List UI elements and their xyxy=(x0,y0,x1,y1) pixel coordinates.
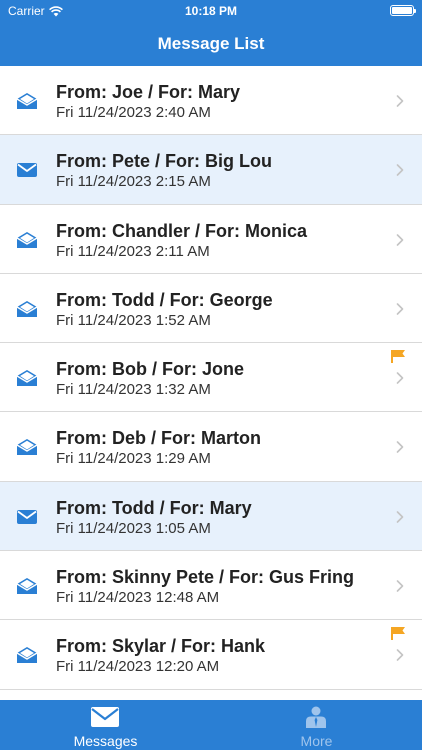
envelope-icon xyxy=(91,707,119,727)
person-icon xyxy=(306,706,326,728)
navigation-header: Carrier 10:18 PM Message List xyxy=(0,0,422,66)
tab-messages-label: Messages xyxy=(73,733,138,749)
message-title: From: Bob / For: Jone xyxy=(56,359,244,380)
message-title: From: Joe / For: Mary xyxy=(56,82,241,102)
message-row[interactable]: From: Chandler / For: Monica Fri 11/24/2… xyxy=(0,204,422,274)
message-row[interactable]: From: Pete / For: Big Lou Fri 11/24/2023… xyxy=(0,135,422,205)
message-row[interactable]: From: Todd / For: George Fri 11/24/2023 … xyxy=(0,273,422,344)
chevron-right-icon xyxy=(396,303,404,315)
message-date: Fri 11/24/2023 2:40 AM xyxy=(56,104,211,121)
tab-more-label: More xyxy=(300,733,333,749)
flag-icon xyxy=(391,350,405,364)
message-date: Fri 11/24/2023 1:29 AM xyxy=(56,450,211,468)
message-row[interactable]: From: Joe / For: Mary Fri 11/24/2023 2:4… xyxy=(0,66,422,136)
message-date: Fri 11/24/2023 2:11 AM xyxy=(56,242,210,260)
envelope-open-icon xyxy=(16,231,38,248)
message-title: From: Todd / For: George xyxy=(56,289,273,310)
tab-bar: Messages More xyxy=(0,700,422,750)
chevron-right-icon xyxy=(396,510,404,523)
chevron-right-icon xyxy=(396,372,404,384)
envelope-open-icon xyxy=(16,370,38,387)
message-date: Fri 11/24/2023 2:15 AM xyxy=(56,173,211,191)
chevron-right-icon xyxy=(396,95,404,107)
message-row[interactable]: From: Skylar / For: Hank Fri 11/24/2023 … xyxy=(0,620,422,690)
message-row[interactable]: From: Todd / For: Mary Fri 11/24/2023 1:… xyxy=(0,481,422,552)
status-bar: Carrier 10:18 PM xyxy=(0,0,422,22)
chevron-right-icon xyxy=(396,580,404,592)
envelope-closed-icon xyxy=(17,163,37,178)
battery-icon xyxy=(390,5,416,16)
message-date: Fri 11/24/2023 12:20 AM xyxy=(56,658,220,676)
chevron-right-icon xyxy=(396,649,404,662)
chevron-right-icon xyxy=(396,233,404,246)
tab-more[interactable]: More xyxy=(211,700,422,750)
message-date: Fri 11/24/2023 12:48 AM xyxy=(56,589,220,607)
message-title: From: Skinny Pete / For: Gus Fring xyxy=(56,567,355,588)
message-date: Fri 11/24/2023 1:32 AM xyxy=(56,381,211,399)
envelope-open-icon xyxy=(16,578,38,595)
message-title: From: Todd / For: Mary xyxy=(56,497,252,518)
flag-icon xyxy=(391,627,405,641)
message-title: From: Chandler / For: Monica xyxy=(56,220,308,241)
message-row[interactable]: From: Deb / For: Marton Fri 11/24/2023 1… xyxy=(0,412,422,482)
status-time: 10:18 PM xyxy=(184,4,238,18)
message-title: From: Skylar / For: Hank xyxy=(56,636,266,657)
message-date: Fri 11/24/2023 1:52 AM xyxy=(56,311,211,329)
tab-messages[interactable]: Messages xyxy=(0,700,211,750)
chevron-right-icon xyxy=(396,441,404,454)
message-title: From: Pete / For: Big Lou xyxy=(56,151,272,172)
envelope-open-icon xyxy=(16,93,38,109)
message-row[interactable]: From: Bob / For: Jone Fri 11/24/2023 1:3… xyxy=(0,343,422,413)
message-row[interactable]: From: Skinny Pete / For: Gus Fring Fri 1… xyxy=(0,551,422,621)
envelope-open-icon xyxy=(16,647,38,664)
envelope-open-icon xyxy=(16,439,38,456)
envelope-open-icon xyxy=(16,300,38,317)
envelope-closed-icon xyxy=(17,509,37,524)
chevron-right-icon xyxy=(396,164,404,177)
message-date: Fri 11/24/2023 1:05 AM xyxy=(56,519,211,537)
message-list: From: Joe / For: Mary Fri 11/24/2023 2:4… xyxy=(0,66,422,700)
page-title: Message List xyxy=(157,34,265,53)
message-title: From: Deb / For: Marton xyxy=(56,428,261,449)
